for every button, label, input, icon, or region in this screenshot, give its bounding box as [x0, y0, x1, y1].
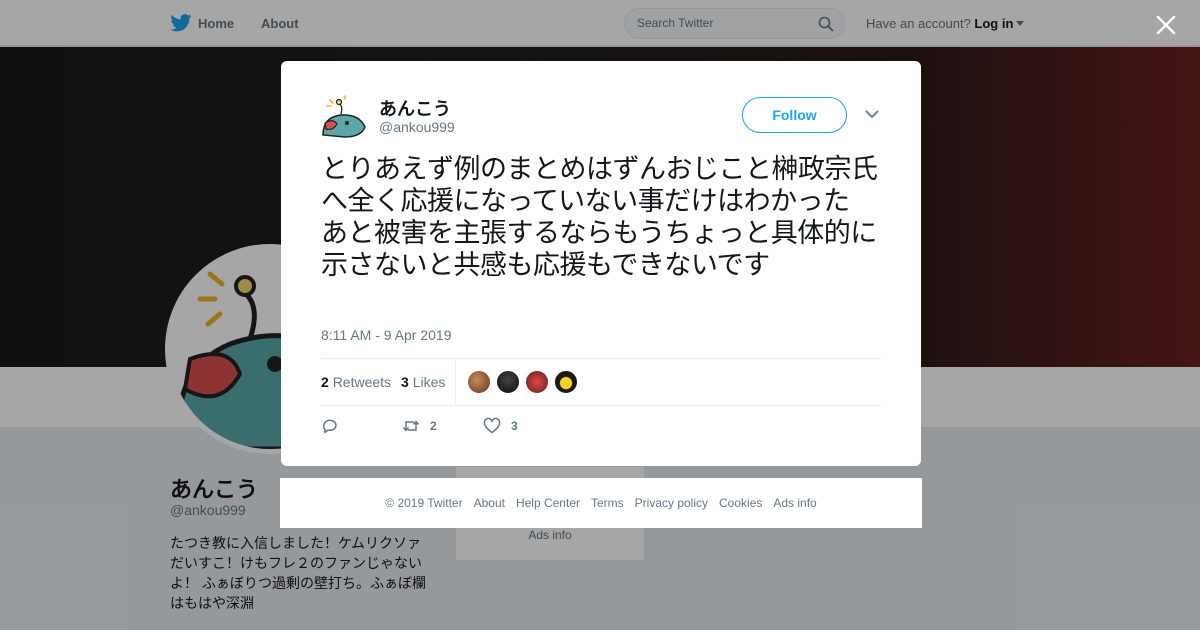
tweet-modal: あんこう @ankou999 Follow とりあえず例のまとめはずんおじこと榊… [281, 61, 921, 466]
tweet-author-handle[interactable]: @ankou999 [379, 119, 455, 135]
heart-icon [483, 417, 501, 434]
retweet-button[interactable]: 2 [402, 417, 437, 435]
retweet-count: 2 [430, 419, 437, 433]
footer-link-privacy-policy[interactable]: Privacy policy [635, 496, 708, 510]
footer-link-about[interactable]: About [474, 496, 505, 510]
follow-button[interactable]: Follow [742, 97, 847, 133]
reply-icon [323, 419, 337, 434]
chevron-down-icon[interactable] [865, 109, 879, 119]
tweet-timestamp[interactable]: 8:11 AM - 9 Apr 2019 [321, 327, 452, 343]
like-count: 3 [511, 419, 518, 433]
footer-link-ads-info[interactable]: Ads info [773, 496, 816, 510]
retweets-stat[interactable]: 2 Retweets [321, 374, 391, 390]
footer-copyright: © 2019 Twitter [385, 496, 463, 510]
retweet-icon [402, 420, 420, 432]
liker-avatar[interactable] [525, 370, 549, 394]
retweets-count: 2 [321, 374, 329, 390]
retweets-label: Retweets [332, 374, 392, 390]
tweet-author-avatar[interactable] [321, 93, 369, 141]
likes-label: Likes [412, 374, 446, 390]
liker-avatar[interactable] [467, 370, 491, 394]
tweet-text: とりあえず例のまとめはずんおじこと榊政宗氏へ全く応援になっていない事だけはわかっ… [321, 154, 878, 281]
footer-link-help-center[interactable]: Help Center [516, 496, 580, 510]
modal-footer: © 2019 Twitter About Help Center Terms P… [280, 478, 922, 528]
tweet-actions: 2 3 [321, 417, 621, 437]
likes-count: 3 [401, 374, 409, 390]
liker-avatar[interactable] [554, 370, 578, 394]
footer-link-cookies[interactable]: Cookies [719, 496, 762, 510]
like-button[interactable]: 3 [483, 417, 518, 435]
close-icon[interactable] [1153, 12, 1179, 38]
stats-divider [455, 359, 456, 405]
tweet-author-name[interactable]: あんこう [379, 95, 451, 121]
tweet-stats: 2 Retweets 3 Likes [321, 358, 881, 406]
reply-button[interactable] [321, 417, 339, 435]
likes-stat[interactable]: 3 Likes [401, 374, 445, 390]
liker-avatars [467, 370, 578, 394]
footer-link-terms[interactable]: Terms [591, 496, 624, 510]
liker-avatar[interactable] [496, 370, 520, 394]
